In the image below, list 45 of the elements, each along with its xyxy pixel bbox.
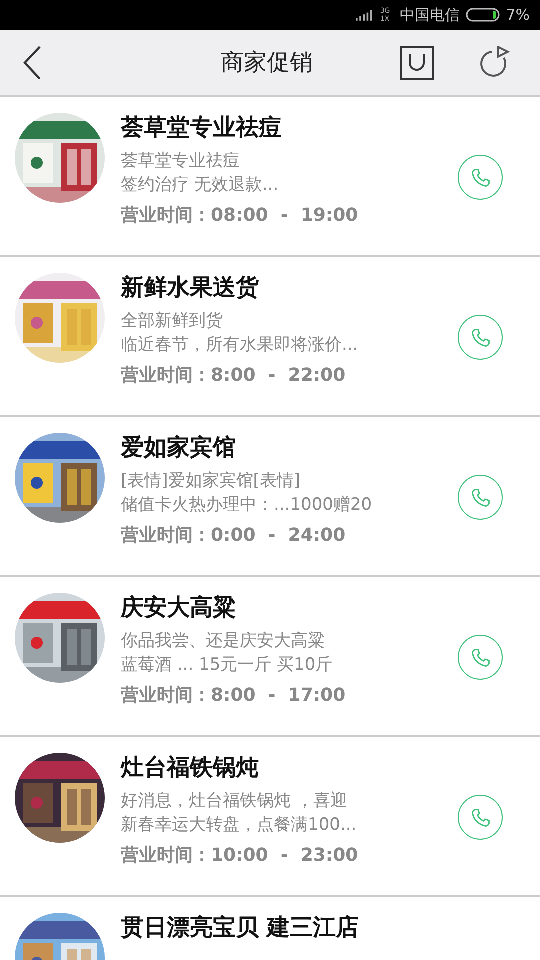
- phone-icon: [470, 326, 492, 348]
- merchant-item[interactable]: 新鲜水果送货 全部新鲜到货 临近春节，所有水果即将涨价... 营业时间：8:00 - 22:00: [0, 257, 540, 417]
- merchant-description: 蓝莓酒 ... 15元一斤 买10斤: [121, 654, 333, 677]
- phone-icon: [470, 166, 492, 188]
- call-button[interactable]: [458, 795, 503, 840]
- merchant-description: [表情]爱如家宾馆[表情]: [121, 470, 301, 493]
- call-button[interactable]: [458, 155, 503, 200]
- call-button[interactable]: [458, 475, 503, 520]
- battery-percent: 7%: [506, 6, 530, 24]
- call-button[interactable]: [458, 635, 503, 680]
- merchant-item[interactable]: 荟草堂专业祛痘 荟草堂专业祛痘 签约治疗 无效退款... 营业时间：08:00 - 19:00: [0, 97, 540, 257]
- merchant-name: 新鲜水果送货: [121, 274, 259, 303]
- back-button[interactable]: [22, 44, 42, 80]
- business-hours: 营业时间：8:00 - 22:00: [121, 364, 346, 388]
- merchant-description: 全部新鲜到货: [121, 310, 223, 333]
- bag-button[interactable]: [400, 46, 434, 80]
- merchant-description: 储值卡火热办理中：...1000赠20: [121, 494, 372, 517]
- business-hours: 营业时间：10:00 - 23:00: [121, 844, 358, 868]
- merchant-name: 爱如家宾馆: [121, 434, 236, 463]
- merchant-name: 庆安大高粱: [121, 594, 236, 623]
- carrier-name: 中国电信: [400, 6, 460, 24]
- business-hours: 营业时间：8:00 - 17:00: [121, 684, 346, 708]
- merchant-description: 好消息，灶台福铁锅炖 ，喜迎: [121, 790, 348, 813]
- merchant-name: 灶台福铁锅炖: [121, 754, 259, 783]
- signal-icon: [356, 10, 374, 20]
- phone-icon: [470, 646, 492, 668]
- merchant-description: 你品我尝、还是庆安大高粱: [121, 630, 325, 653]
- call-button[interactable]: [458, 315, 503, 360]
- merchant-description: 临近春节，所有水果即将涨价...: [121, 334, 358, 357]
- merchant-description: 签约治疗 无效退款...: [121, 174, 279, 197]
- merchant-item[interactable]: 灶台福铁锅炖 好消息，灶台福铁锅炖 ，喜迎 新春幸运大转盘，点餐满100... 营业时间：10:00 - 23:00: [0, 737, 540, 897]
- merchant-item[interactable]: 庆安大高粱 你品我尝、还是庆安大高粱 蓝莓酒 ... 15元一斤 买10斤 营业时间：8:00 - 17:00: [0, 577, 540, 737]
- phone-icon: [470, 486, 492, 508]
- business-hours: 营业时间：0:00 - 24:00: [121, 524, 346, 548]
- merchant-name: 贯日漂亮宝贝 建三江店: [121, 914, 360, 943]
- refresh-button[interactable]: [478, 46, 512, 80]
- page-title: 商家促销: [221, 49, 313, 78]
- business-hours: 营业时间：08:00 - 19:00: [121, 204, 358, 228]
- merchant-description: 新春幸运大转盘，点餐满100...: [121, 814, 357, 837]
- merchant-description: 荟草堂专业祛痘: [121, 150, 240, 173]
- merchant-name: 荟草堂专业祛痘: [121, 114, 282, 143]
- battery-icon: [466, 8, 500, 22]
- merchant-item[interactable]: 贯日漂亮宝贝 建三江店: [0, 897, 540, 960]
- merchant-item[interactable]: 爱如家宾馆 [表情]爱如家宾馆[表情] 储值卡火热办理中：...1000赠20 营业时间：0:00 - 24:00: [0, 417, 540, 577]
- phone-icon: [470, 806, 492, 828]
